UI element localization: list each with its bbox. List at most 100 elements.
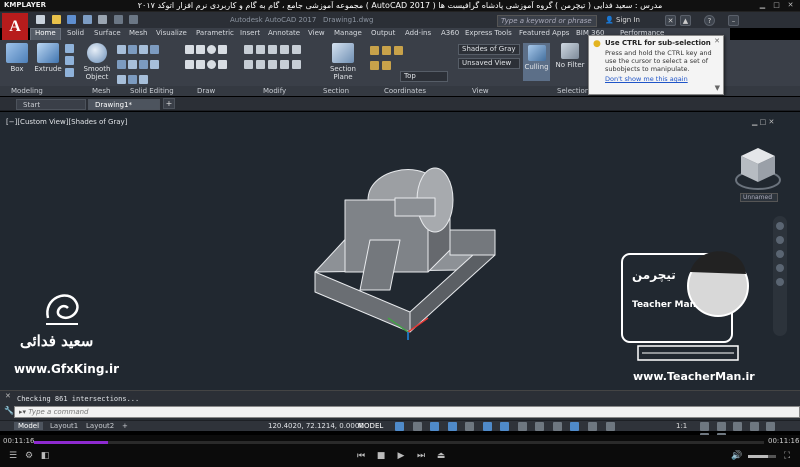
panel-coordinates[interactable]: Coordinates xyxy=(384,87,426,95)
customize-icon[interactable]: 🔧 xyxy=(4,406,14,415)
model-space-toggle[interactable]: MODEL xyxy=(358,422,383,430)
tab-solid[interactable]: Solid xyxy=(67,29,84,37)
annotation-monitor-icon[interactable] xyxy=(716,422,726,431)
tab-home[interactable]: Home xyxy=(30,28,61,40)
isolate-objects-icon[interactable] xyxy=(749,422,759,431)
ucs-icon[interactable] xyxy=(370,46,379,55)
new-layout-icon[interactable]: + xyxy=(122,422,128,430)
solid-edit-icon[interactable] xyxy=(117,60,126,69)
no-filter-button[interactable]: No Filter xyxy=(554,43,586,69)
tab-parametric[interactable]: Parametric xyxy=(196,29,234,37)
panel-selection[interactable]: Selection xyxy=(557,87,589,95)
annotation-scale[interactable]: 1:1 xyxy=(676,422,687,430)
ortho-icon[interactable] xyxy=(430,422,440,431)
mirror-icon[interactable] xyxy=(292,45,301,54)
tab-insert[interactable]: Insert xyxy=(240,29,260,37)
panel-mesh[interactable]: Mesh xyxy=(92,87,110,95)
ucs-menu-dropdown[interactable]: Unnamed xyxy=(740,193,778,202)
autodesk-a360-icon[interactable]: ▲ xyxy=(680,15,691,26)
panel-section[interactable]: Section xyxy=(323,87,349,95)
coordinates-readout[interactable]: 120.4020, 72.1214, 0.0000 xyxy=(268,422,364,430)
new-tab-icon[interactable]: + xyxy=(163,98,175,109)
tab-annotate[interactable]: Annotate xyxy=(268,29,300,37)
rectangle-icon[interactable] xyxy=(185,60,194,69)
minimize-icon[interactable]: ▁ xyxy=(758,1,767,10)
array-icon[interactable] xyxy=(280,60,289,69)
viewcube[interactable] xyxy=(733,142,783,192)
stretch-icon[interactable] xyxy=(256,60,265,69)
ucs-named-dropdown[interactable]: Top xyxy=(400,71,448,82)
tab-layout2[interactable]: Layout2 xyxy=(86,422,114,430)
line-icon[interactable] xyxy=(185,45,194,54)
redo-icon[interactable] xyxy=(129,15,139,24)
steering-wheel-icon[interactable] xyxy=(776,222,784,230)
tab-visualize[interactable]: Visualize xyxy=(156,29,187,37)
tab-mesh[interactable]: Mesh xyxy=(129,29,147,37)
undo-icon[interactable] xyxy=(113,15,123,24)
smooth-object-button[interactable]: Smooth Object xyxy=(82,43,112,81)
panel-view[interactable]: View xyxy=(472,87,489,95)
tab-add-ins[interactable]: Add-ins xyxy=(405,29,431,37)
scale-icon[interactable] xyxy=(268,60,277,69)
tab-layout1[interactable]: Layout1 xyxy=(50,422,78,430)
polyline-icon[interactable] xyxy=(196,45,205,54)
named-view-dropdown[interactable]: Unsaved View xyxy=(458,58,520,69)
snap-icon[interactable] xyxy=(412,422,422,431)
isodraft-icon[interactable] xyxy=(465,422,475,431)
sweep-icon[interactable] xyxy=(65,68,74,77)
hardware-acceleration-icon[interactable] xyxy=(766,422,776,431)
circle-icon[interactable] xyxy=(207,45,216,54)
mesh-icon[interactable] xyxy=(117,45,126,54)
save-as-icon[interactable] xyxy=(82,15,92,24)
extrude-button[interactable]: Extrude xyxy=(33,43,63,73)
arc-icon[interactable] xyxy=(218,45,227,54)
save-icon[interactable] xyxy=(67,15,77,24)
seek-bar[interactable] xyxy=(34,441,764,444)
solid-edit-icon[interactable] xyxy=(117,75,126,84)
exchange-apps-icon[interactable]: ✕ xyxy=(665,15,676,26)
mesh-icon[interactable] xyxy=(128,45,137,54)
solid-edit-icon[interactable] xyxy=(150,60,159,69)
copy-icon[interactable] xyxy=(280,45,289,54)
close-icon[interactable]: ✕ xyxy=(786,1,795,10)
next-icon[interactable]: ⏭ xyxy=(414,451,428,461)
new-icon[interactable] xyxy=(36,15,45,24)
help-icon[interactable]: ? xyxy=(704,15,715,26)
3d-solid-model[interactable] xyxy=(300,160,510,350)
open-icon[interactable] xyxy=(51,15,61,24)
volume-icon[interactable]: 🔊 xyxy=(730,451,744,461)
erase-icon[interactable] xyxy=(292,60,301,69)
ellipse-icon[interactable] xyxy=(207,60,216,69)
solid-edit-icon[interactable] xyxy=(139,60,148,69)
lineweight-icon[interactable] xyxy=(517,422,527,431)
revolve-icon[interactable] xyxy=(65,44,74,53)
fillet-icon[interactable] xyxy=(244,60,253,69)
polygon-icon[interactable] xyxy=(196,60,205,69)
fullscreen-icon[interactable]: ⛶ xyxy=(780,451,794,461)
dont-show-again-link[interactable]: Don't show me this again xyxy=(605,75,719,83)
panel-modeling[interactable]: Modeling xyxy=(11,87,43,95)
pan-icon[interactable] xyxy=(776,236,784,244)
visual-style-dropdown[interactable]: Shades of Gray xyxy=(458,44,520,55)
3d-osnap-icon[interactable] xyxy=(570,422,580,431)
sign-in-button[interactable]: 👤 Sign In xyxy=(603,15,661,27)
stop-icon[interactable]: ■ xyxy=(374,451,388,461)
section-plane-button[interactable]: Section Plane xyxy=(327,43,359,81)
trim-icon[interactable] xyxy=(268,45,277,54)
tab-output[interactable]: Output xyxy=(371,29,395,37)
workspace-icon[interactable] xyxy=(700,422,709,431)
mesh-icon[interactable] xyxy=(139,45,148,54)
mesh-icon[interactable] xyxy=(150,45,159,54)
capture-icon[interactable]: ◧ xyxy=(38,451,52,461)
ucs-icon[interactable] xyxy=(382,46,391,55)
showmotion-icon[interactable] xyxy=(776,278,784,286)
search-input[interactable]: Type a keyword or phrase xyxy=(497,15,597,27)
viewport-window-controls[interactable]: ▁ □ ✕ xyxy=(752,118,774,126)
panel-solid-editing[interactable]: Solid Editing xyxy=(130,87,174,95)
command-input[interactable]: ▸▾ Type a command xyxy=(14,406,800,418)
ucs-icon[interactable] xyxy=(382,61,391,70)
tab-featured-apps[interactable]: Featured Apps xyxy=(519,29,569,37)
tooltip-expand-icon[interactable]: ▼ xyxy=(715,84,720,92)
grid-icon[interactable] xyxy=(395,422,404,431)
playlist-icon[interactable]: ☰ xyxy=(6,451,20,461)
